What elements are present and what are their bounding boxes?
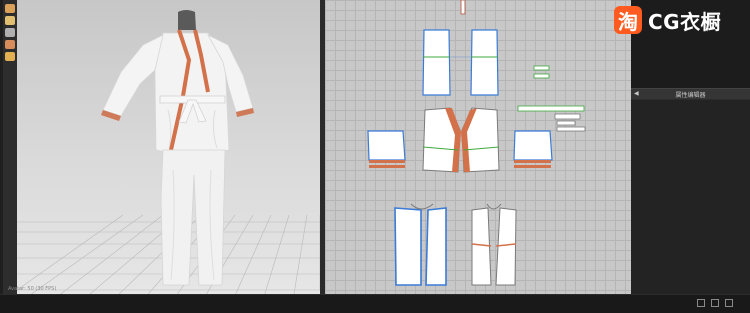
- vertical-toolbar: [3, 0, 17, 294]
- pattern-canvas: [367, 0, 586, 286]
- property-editor-header[interactable]: ◀ 属性编辑器: [631, 88, 750, 100]
- stack-icon[interactable]: [5, 52, 15, 61]
- bottom-statusbar: [0, 294, 750, 313]
- 3d-viewport[interactable]: Avatar: 50 (30 FPS): [3, 0, 320, 294]
- pencil-icon[interactable]: [5, 28, 15, 37]
- hand-icon[interactable]: [5, 40, 15, 49]
- pattern-front-panels[interactable]: [422, 107, 500, 173]
- watermark-logo: 淘 CG衣橱: [614, 5, 736, 35]
- right-panel: ◀ 属性编辑器: [631, 0, 750, 294]
- jacket-3d[interactable]: [101, 29, 254, 155]
- 3d-scene: [3, 10, 320, 294]
- watermark-text: CG衣橱: [648, 9, 722, 34]
- move-icon[interactable]: [5, 4, 15, 13]
- view-single-icon[interactable]: [697, 299, 705, 307]
- pattern-strips[interactable]: [517, 65, 586, 132]
- avatar[interactable]: [178, 10, 196, 30]
- pants-3d[interactable]: [160, 149, 226, 286]
- taobao-icon: 淘: [614, 6, 642, 34]
- 2d-pattern-window[interactable]: [325, 0, 631, 294]
- property-editor-title: 属性编辑器: [675, 92, 706, 99]
- view-full-icon[interactable]: [725, 299, 733, 307]
- viewport-status-text: Avatar: 50 (30 FPS): [8, 286, 57, 292]
- select-icon[interactable]: [5, 16, 15, 25]
- pattern-pants[interactable]: [394, 203, 517, 286]
- pattern-back-panels[interactable]: [422, 29, 499, 96]
- pattern-piece-tab[interactable]: [460, 0, 466, 15]
- view-split-icon[interactable]: [711, 299, 719, 307]
- clo3d-application: Avatar: 50 (30 FPS) ◀ 属性编辑器 淘 CG衣橱: [0, 0, 750, 313]
